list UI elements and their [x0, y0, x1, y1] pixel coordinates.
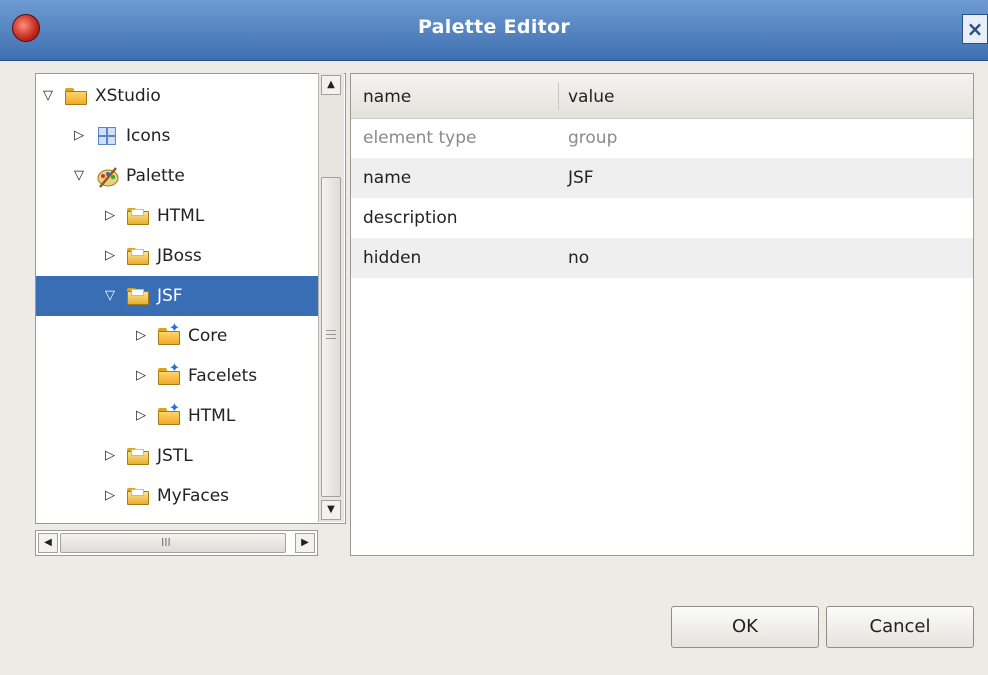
tree-item[interactable]: ▷ JSTL [36, 436, 318, 476]
properties-header: name value [351, 74, 973, 119]
tree-item[interactable]: ▷ Icons [36, 116, 318, 156]
tree-item-label: Icons [126, 126, 171, 146]
expand-arrow-icon[interactable]: ▷ [133, 356, 149, 396]
column-header-value[interactable]: value [568, 74, 614, 118]
collapse-arrow-icon[interactable]: ▽ [40, 76, 56, 116]
expand-arrow-icon[interactable]: ▷ [102, 196, 118, 236]
folder-icon [127, 206, 149, 226]
tree-view: ▽ XStudio ▷ Icons ▽ Palette ▷ HTML ▷ JBoss ▽ JSF ▷ ✦ C… [36, 74, 318, 523]
property-name: hidden [363, 248, 422, 268]
expand-arrow-icon[interactable]: ▷ [102, 236, 118, 276]
property-name: name [363, 168, 412, 188]
open-folder-icon: ✦ [158, 322, 180, 346]
cancel-button[interactable]: Cancel [826, 606, 974, 648]
tree-item-label: Palette [126, 166, 185, 186]
open-folder-icon: ✦ [158, 402, 180, 426]
folder-icon [127, 486, 149, 506]
tree-vertical-scrollbar[interactable]: ▲ ▼ [318, 73, 344, 522]
tree-item[interactable]: ▷ MyFaces [36, 476, 318, 516]
column-header-name[interactable]: name [363, 74, 411, 118]
property-name: element type [363, 128, 477, 148]
expand-arrow-icon[interactable]: ▷ [102, 436, 118, 476]
property-row[interactable]: hidden no [351, 238, 973, 278]
tree-item[interactable]: ▽ Palette [36, 156, 318, 196]
scroll-right-button[interactable]: ▶ [295, 533, 315, 553]
tree-item[interactable]: ▷ [36, 516, 318, 523]
collapse-arrow-icon[interactable]: ▽ [102, 276, 118, 316]
property-row[interactable]: name JSF [351, 158, 973, 198]
property-value: group [568, 128, 618, 148]
open-folder-icon [65, 86, 87, 106]
tree-item[interactable]: ▽ JSF [36, 276, 318, 316]
icons-icon [96, 126, 118, 146]
tree-item[interactable]: ▽ XStudio [36, 76, 318, 116]
ok-button[interactable]: OK [671, 606, 819, 648]
palette-tree[interactable]: ▽ XStudio ▷ Icons ▽ Palette ▷ HTML ▷ JBoss ▽ JSF ▷ ✦ C… [35, 73, 346, 524]
tree-item-label: JSF [157, 286, 183, 306]
scroll-left-button[interactable]: ◀ [38, 533, 58, 553]
open-folder-icon: ✦ [158, 362, 180, 386]
tree-item-label: JSTL [157, 446, 193, 466]
expand-arrow-icon[interactable]: ▷ [133, 396, 149, 436]
window-title: Palette Editor [417, 16, 571, 38]
property-name: description [363, 208, 458, 228]
tree-item-label: JBoss [157, 246, 202, 266]
close-button[interactable]: × [962, 14, 988, 44]
scroll-up-button[interactable]: ▲ [321, 75, 341, 95]
tree-item-label: Core [188, 326, 228, 346]
scroll-down-button[interactable]: ▼ [321, 500, 341, 520]
tree-item[interactable]: ▷ HTML [36, 196, 318, 236]
tree-item-label: HTML [188, 406, 236, 426]
expand-arrow-icon[interactable]: ▷ [71, 116, 87, 156]
title-bar: Palette Editor × [0, 0, 988, 61]
folder-icon [127, 286, 149, 306]
tree-item[interactable]: ▷ ✦ Core [36, 316, 318, 356]
property-row[interactable]: element type group [351, 118, 973, 158]
palette-icon [96, 164, 120, 188]
expand-arrow-icon[interactable]: ▷ [102, 476, 118, 516]
tree-item-label: HTML [157, 206, 205, 226]
tree-item[interactable]: ▷ ✦ HTML [36, 396, 318, 436]
folder-icon [127, 246, 149, 266]
vertical-scroll-thumb[interactable] [321, 177, 341, 497]
tree-item-label: MyFaces [157, 486, 230, 506]
horizontal-scroll-thumb[interactable]: III [60, 533, 286, 553]
tree-item[interactable]: ▷ JBoss [36, 236, 318, 276]
properties-table[interactable]: name value element type group name JSF descr… [350, 73, 974, 556]
column-divider[interactable] [558, 82, 559, 110]
tree-item[interactable]: ▷ ✦ Facelets [36, 356, 318, 396]
collapse-arrow-icon[interactable]: ▽ [71, 156, 87, 196]
expand-arrow-icon[interactable]: ▷ [133, 316, 149, 356]
property-value[interactable]: no [568, 238, 589, 278]
tree-horizontal-scrollbar[interactable]: ◀ III ▶ [35, 530, 318, 556]
folder-icon [127, 446, 149, 466]
expand-arrow-icon[interactable]: ▷ [102, 516, 118, 523]
property-value[interactable]: JSF [568, 158, 594, 198]
property-row[interactable]: description [351, 198, 973, 238]
tree-item-label: XStudio [95, 86, 161, 106]
scroll-grip-label: III [161, 536, 171, 549]
tree-item-label: Facelets [188, 366, 258, 386]
